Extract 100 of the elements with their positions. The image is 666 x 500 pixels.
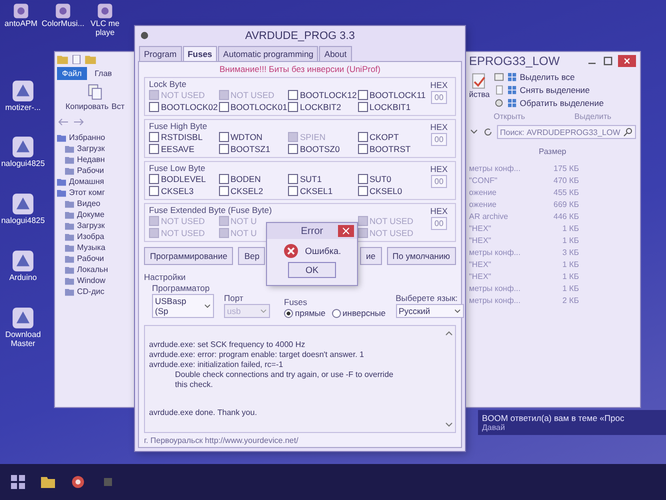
file-type-cell-text: "HEX" xyxy=(469,272,492,281)
browser-icon[interactable] xyxy=(70,474,86,490)
tab[interactable]: Automatic programming xyxy=(218,46,318,61)
window-title: AVRDUDE_PROG 3.3 xyxy=(245,30,355,42)
radio-button[interactable]: прямые xyxy=(284,308,326,318)
folder-icon[interactable] xyxy=(40,474,56,490)
document-icon[interactable] xyxy=(494,85,504,95)
nav-item[interactable]: CD-дис xyxy=(77,287,104,296)
app-icon[interactable] xyxy=(54,2,72,20)
nav-item[interactable]: Загрузк xyxy=(77,221,105,230)
scroll-down-icon[interactable] xyxy=(445,422,453,428)
checkbox[interactable] xyxy=(358,186,368,196)
nav-item[interactable]: Видео xyxy=(77,199,100,208)
desktop-icon-label[interactable]: VLC me playe xyxy=(84,20,126,38)
app-icon[interactable] xyxy=(96,2,114,20)
checkbox[interactable] xyxy=(149,144,159,154)
ribbon-group-label: Открыть xyxy=(494,112,526,121)
window-icon[interactable] xyxy=(494,72,504,82)
checkbox[interactable] xyxy=(149,102,159,112)
tab[interactable]: Fuses xyxy=(182,46,218,61)
checkbox[interactable] xyxy=(358,132,368,142)
notification[interactable]: BOOM ответил(а) вам в теме «Прос Давай xyxy=(478,410,666,435)
ribbon-button[interactable]: Выделить все xyxy=(520,72,575,82)
app-icon[interactable] xyxy=(10,191,36,218)
checkbox[interactable] xyxy=(358,174,368,184)
desktop-icon-label[interactable]: antoAPM xyxy=(4,20,38,29)
file-size-cell-text: 3 КБ xyxy=(561,248,579,257)
nav-item[interactable]: Изобра xyxy=(77,232,104,241)
checkbox-label: CKSEL2 xyxy=(230,186,264,196)
action-button[interactable]: Программирование xyxy=(144,247,234,265)
ribbon-button[interactable]: Копировать xyxy=(65,102,109,111)
maximize-icon[interactable] xyxy=(602,55,614,67)
checkbox-label: RSTDISBL xyxy=(161,132,203,142)
nav-item[interactable]: Window xyxy=(77,276,106,285)
checkbox[interactable] xyxy=(149,186,159,196)
action-button[interactable]: По умолчанию xyxy=(386,247,456,265)
app-icon[interactable] xyxy=(10,248,36,274)
close-icon[interactable] xyxy=(618,55,636,67)
desktop-icon-label[interactable]: motizer-... xyxy=(5,104,41,112)
nav-item[interactable]: Рабочи xyxy=(77,254,104,263)
programmer-label: Программатор xyxy=(152,283,211,293)
tab[interactable]: About xyxy=(319,46,352,61)
action-button[interactable]: Вер xyxy=(238,247,266,265)
checkbox[interactable] xyxy=(218,186,228,196)
nav-item[interactable]: Домашня xyxy=(69,177,104,186)
language-dropdown[interactable]: Русский xyxy=(396,304,464,318)
ok-button[interactable]: OK xyxy=(288,262,336,278)
nav-item[interactable]: Рабочи xyxy=(77,166,104,175)
desktop-icon-label[interactable]: Download Master xyxy=(0,330,46,348)
tab[interactable]: Program xyxy=(139,46,182,61)
desktop-icon-label[interactable]: nalogui4825 xyxy=(1,217,45,226)
start-icon[interactable] xyxy=(10,474,26,490)
checkbox[interactable] xyxy=(288,186,298,196)
document-icon[interactable] xyxy=(71,55,82,64)
file-size-cell-text: 2 КБ xyxy=(561,296,579,305)
checkbox[interactable] xyxy=(218,132,228,142)
ribbon-button[interactable]: Вст xyxy=(112,102,125,111)
checkbox[interactable] xyxy=(288,102,298,112)
nav-item[interactable]: Докуме xyxy=(77,210,104,219)
checkbox[interactable] xyxy=(358,144,368,154)
checkbox[interactable] xyxy=(288,174,298,184)
nav-item[interactable]: Музыка xyxy=(77,243,106,252)
app-icon[interactable] xyxy=(10,78,36,104)
column-header[interactable]: Размер xyxy=(538,147,566,156)
close-icon[interactable] xyxy=(338,225,354,237)
scroll-up-icon[interactable] xyxy=(445,330,453,336)
radio-button[interactable]: инверсные xyxy=(332,308,386,318)
app-icon[interactable] xyxy=(10,304,36,331)
desktop-icon-label[interactable]: nalogui4825 xyxy=(1,160,45,170)
action-button[interactable]: ие xyxy=(360,247,382,265)
ribbon-tab[interactable]: Файл xyxy=(57,67,87,80)
ribbon-tab[interactable]: Глав xyxy=(90,67,117,80)
file-type-cell-text: ожение xyxy=(469,188,498,197)
nav-item[interactable]: Избранно xyxy=(69,133,106,142)
checkbox[interactable] xyxy=(218,144,228,154)
checkbox[interactable] xyxy=(218,174,228,184)
app-icon[interactable] xyxy=(12,2,30,20)
checkbox[interactable] xyxy=(149,132,159,142)
ribbon-button[interactable]: Снять выделение xyxy=(520,85,590,95)
checkbox[interactable] xyxy=(218,102,228,112)
desktop-icon-label[interactable]: Arduino xyxy=(9,274,37,283)
ribbon-button[interactable]: йства xyxy=(469,90,490,99)
programmer-dropdown[interactable]: USBasp (Sp xyxy=(152,294,214,318)
refresh-icon[interactable] xyxy=(483,127,493,137)
checkbox[interactable] xyxy=(288,90,298,100)
search-field[interactable]: Поиск: AVRDUDEPROG33_LOW xyxy=(497,125,636,139)
checkbox[interactable] xyxy=(358,90,368,100)
nav-item[interactable]: Этот комг xyxy=(69,188,105,197)
app-icon[interactable] xyxy=(10,134,36,160)
ribbon-button[interactable]: Обратить выделение xyxy=(520,98,604,108)
nav-item[interactable]: Загрузк xyxy=(77,144,105,153)
nav-item[interactable]: Локальн xyxy=(77,265,108,274)
checkbox[interactable] xyxy=(149,174,159,184)
caret-icon xyxy=(204,304,211,308)
checkbox[interactable] xyxy=(288,144,298,154)
checkbox[interactable] xyxy=(358,102,368,112)
copy-icon[interactable] xyxy=(86,83,104,101)
desktop-icon-label[interactable]: ColorMusi... xyxy=(42,20,84,29)
nav-item[interactable]: Недавн xyxy=(77,155,105,164)
log-line: this check. xyxy=(174,380,214,390)
